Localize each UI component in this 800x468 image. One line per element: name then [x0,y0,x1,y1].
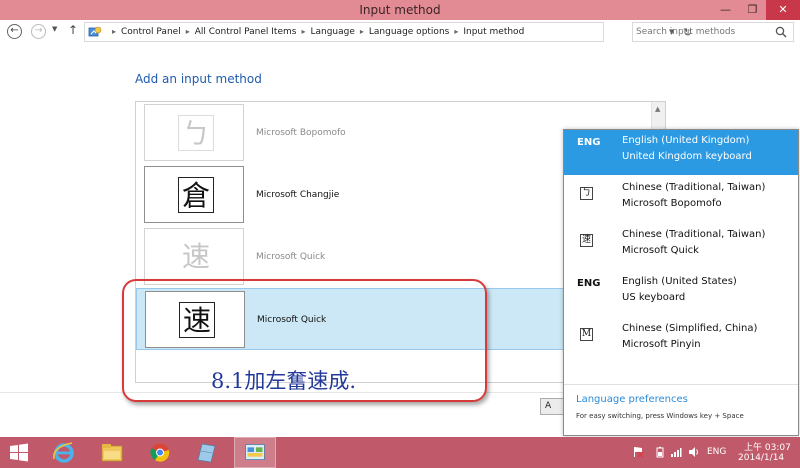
windows-start-icon[interactable] [6,437,32,468]
lang-keyboard: United Kingdom keyboard [622,151,752,162]
lang-name: English (United Kingdom) [622,135,750,146]
navigation-bar: ← → ▼ ↑ ▸ Control Panel ▸ All Control Panel… [0,20,800,44]
lang-item-chinese-quick[interactable]: 速 Chinese (Traditional, Taiwan) Microsof… [564,224,798,269]
bopomofo-glyph-icon: ㄅ [178,115,214,151]
lang-item-chinese-bopomofo[interactable]: ㄅ Chinese (Traditional, Taiwan) Microsof… [564,177,798,222]
page-title: Add an input method [135,72,262,86]
breadcrumb-language-options[interactable]: Language options [369,27,449,37]
lang-name: Chinese (Simplified, China) [622,323,758,334]
lang-item-english-uk[interactable]: ENG English (United Kingdom) United King… [564,130,798,175]
internet-explorer-icon[interactable] [48,437,80,468]
bopomofo-ime-icon: ㄅ [580,187,593,200]
pinyin-ime-icon: M [580,328,593,341]
lang-keyboard: Microsoft Pinyin [622,339,701,350]
annotation-text: 8.1加左奮速成. [211,369,357,393]
ime-tile: ㄅ [144,104,244,161]
breadcrumb: ▸ Control Panel ▸ All Control Panel Items ▸ L… [112,27,525,37]
ime-label: Microsoft Changjie [256,190,340,200]
file-explorer-icon[interactable] [96,437,128,468]
changjie-glyph-icon: 倉 [178,177,214,213]
search-box[interactable] [632,22,794,42]
search-input[interactable] [636,25,774,39]
quick-ime-icon: 速 [580,234,593,247]
up-arrow-icon[interactable]: ↑ [68,23,78,37]
clock-date[interactable]: 2014/1/14 [738,453,784,463]
breadcrumb-all-items[interactable]: All Control Panel Items [195,27,297,37]
ime-label: Microsoft Quick [256,252,326,262]
maximize-button[interactable]: ❐ [739,0,766,20]
ime-label: Microsoft Bopomofo [256,128,346,138]
app-pinned-icon[interactable] [190,437,222,468]
recent-locations-chevron-icon[interactable]: ▼ [52,25,57,33]
breadcrumb-language[interactable]: Language [310,27,354,37]
control-panel-icon [88,26,102,37]
close-button[interactable]: ✕ [766,0,800,20]
ime-tile: 倉 [144,166,244,223]
language-switcher-flyout: ENG English (United Kingdom) United King… [563,129,799,436]
chrome-icon[interactable] [144,437,176,468]
language-preferences-link[interactable]: Language preferences [576,394,688,405]
window-title: Input method [359,3,441,17]
title-bar: Input method — ❐ ✕ [0,0,800,20]
lang-name: Chinese (Traditional, Taiwan) [622,182,766,193]
search-icon[interactable] [775,26,787,38]
switching-hint: For easy switching, press Windows key + … [576,412,744,420]
lang-code: ENG [577,278,601,289]
lang-name: English (United States) [622,276,737,287]
action-center-flag-icon[interactable] [632,446,644,458]
address-bar[interactable]: ▸ Control Panel ▸ All Control Panel Items ▸ L… [84,22,692,42]
control-panel-taskbar-icon[interactable] [234,437,276,468]
lang-item-chinese-pinyin[interactable]: M Chinese (Simplified, China) Microsoft … [564,318,798,363]
lang-keyboard: US keyboard [622,292,686,303]
minimize-button[interactable]: — [712,0,739,20]
taskbar: ENG 上午 03:07 2014/1/14 [0,437,800,468]
clock-time[interactable]: 上午 03:07 [744,440,791,453]
lang-keyboard: Microsoft Quick [622,245,699,256]
back-button[interactable]: ← [7,24,22,39]
lang-item-english-us[interactable]: ENG English (United States) US keyboard [564,271,798,316]
lang-code: ENG [577,137,601,148]
input-indicator[interactable]: ENG [707,447,726,457]
breadcrumb-input-method[interactable]: Input method [463,27,524,37]
add-button[interactable]: A [540,398,564,415]
forward-button[interactable]: → [31,24,46,39]
ime-tile: 速 [144,228,244,285]
quick-glyph-icon: 速 [181,240,210,273]
breadcrumb-control-panel[interactable]: Control Panel [121,27,181,37]
battery-icon[interactable] [654,446,666,458]
network-icon[interactable] [670,446,682,458]
volume-icon[interactable] [688,446,700,458]
scroll-up-arrow-icon[interactable]: ▲ [655,105,660,113]
lang-keyboard: Microsoft Bopomofo [622,198,722,209]
lang-name: Chinese (Traditional, Taiwan) [622,229,766,240]
flyout-divider [564,384,798,385]
